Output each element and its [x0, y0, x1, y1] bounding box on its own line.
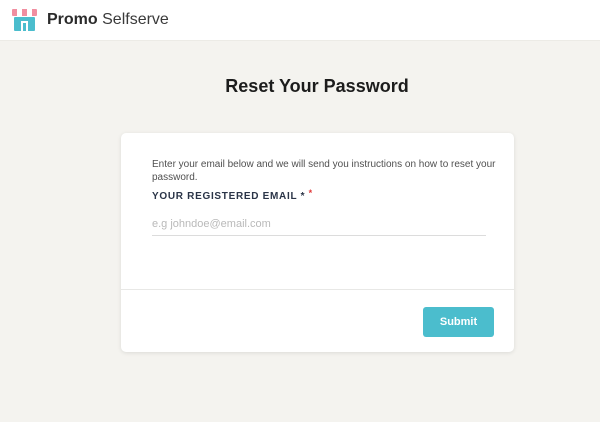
- email-label-text: YOUR REGISTERED EMAIL *: [152, 191, 306, 202]
- brand-name-strong: Promo: [47, 11, 98, 28]
- storefront-awning-icon[interactable]: [11, 8, 38, 32]
- submit-button[interactable]: Submit: [423, 307, 494, 337]
- top-bar: Promo Selfserve: [0, 0, 600, 41]
- instructions-text: Enter your email below and we will send …: [152, 159, 496, 183]
- email-field-label: YOUR REGISTERED EMAIL * *: [152, 188, 313, 202]
- required-marker: *: [308, 188, 313, 198]
- page-title: Reset Your Password: [225, 76, 409, 96]
- reset-password-card: Enter your email below and we will send …: [121, 133, 514, 352]
- brand-name[interactable]: Promo Selfserve: [47, 11, 169, 29]
- card-divider: [121, 289, 514, 290]
- email-field[interactable]: [152, 213, 486, 236]
- brand-name-light: Selfserve: [102, 11, 169, 28]
